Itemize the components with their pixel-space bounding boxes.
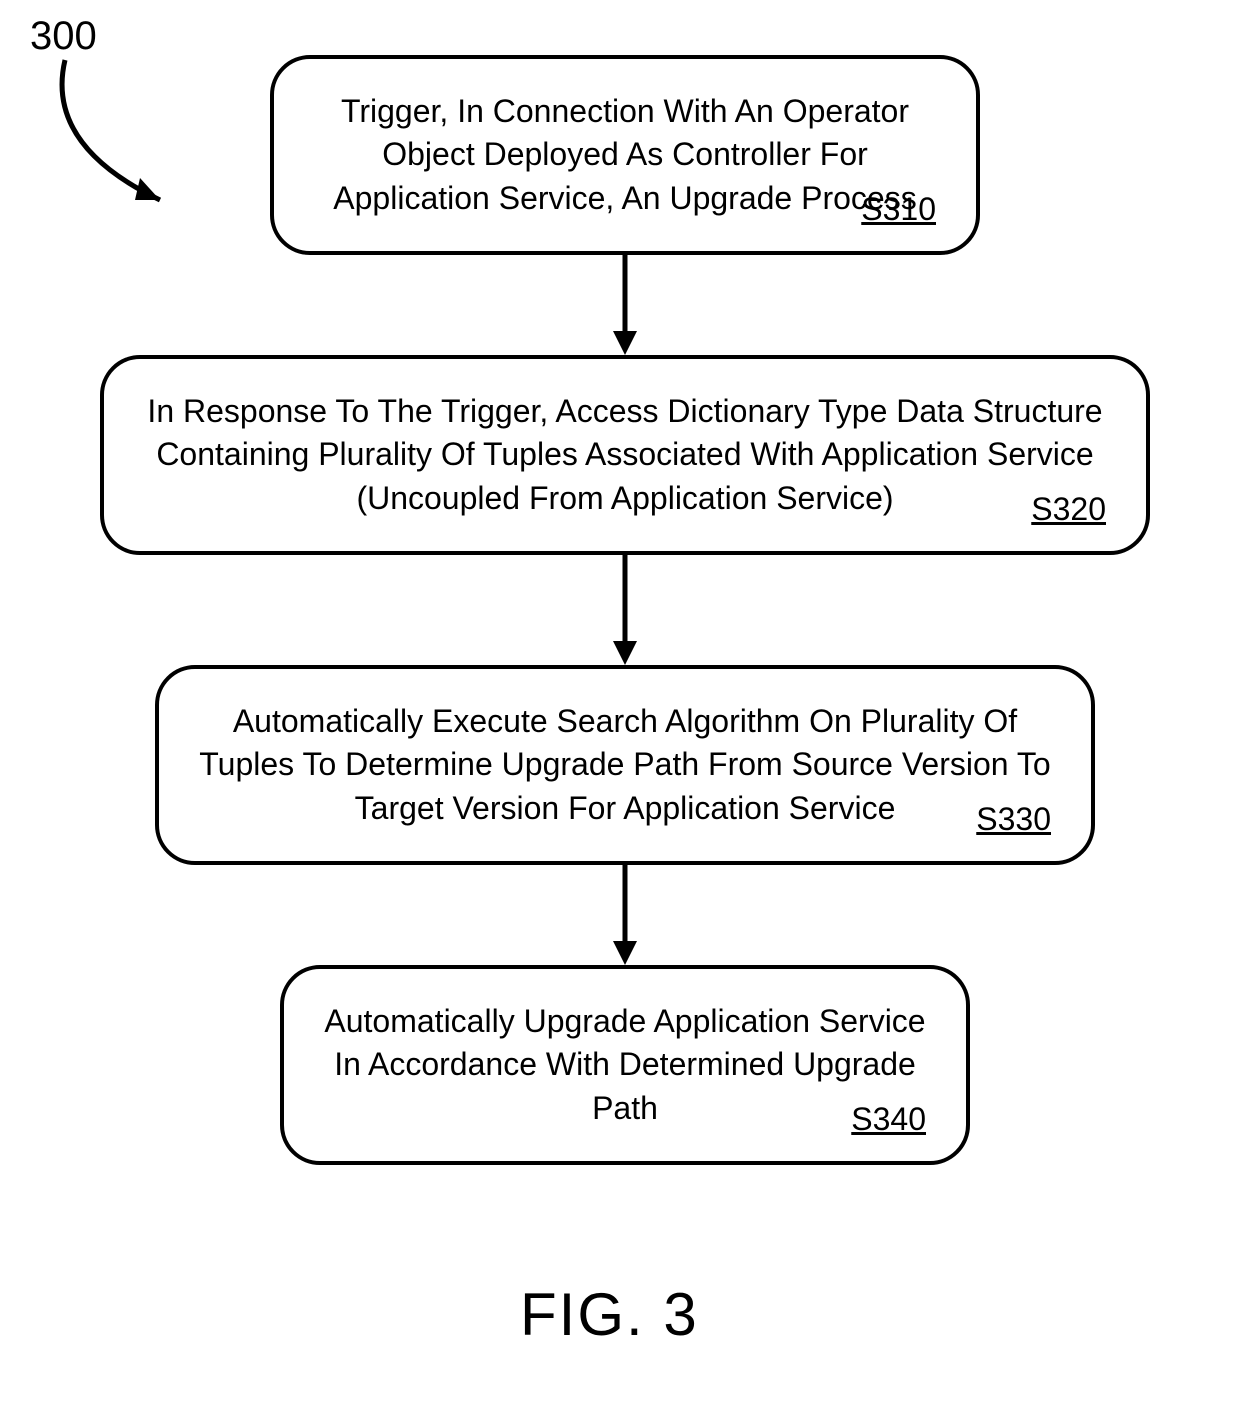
reference-pointer-arrow — [40, 55, 220, 235]
step-text: In Response To The Trigger, Access Dicti… — [140, 390, 1110, 520]
flowchart-canvas: 300 Trigger, In Connection With An Opera… — [0, 0, 1240, 1424]
flow-step-s340: Automatically Upgrade Application Servic… — [280, 965, 970, 1165]
reference-number: 300 — [30, 14, 97, 59]
step-id-label: S340 — [851, 1098, 926, 1141]
step-id-label: S320 — [1031, 488, 1106, 531]
connector-arrow-1 — [610, 255, 640, 355]
connector-arrow-3 — [610, 865, 640, 965]
step-id-label: S310 — [861, 188, 936, 231]
figure-caption: FIG. 3 — [520, 1280, 699, 1349]
step-text: Automatically Execute Search Algorithm O… — [195, 700, 1055, 830]
flow-step-s310: Trigger, In Connection With An Operator … — [270, 55, 980, 255]
step-text: Automatically Upgrade Application Servic… — [320, 1000, 930, 1130]
connector-arrow-2 — [610, 555, 640, 665]
flow-step-s320: In Response To The Trigger, Access Dicti… — [100, 355, 1150, 555]
step-id-label: S330 — [976, 798, 1051, 841]
step-text: Trigger, In Connection With An Operator … — [310, 90, 940, 220]
flow-step-s330: Automatically Execute Search Algorithm O… — [155, 665, 1095, 865]
